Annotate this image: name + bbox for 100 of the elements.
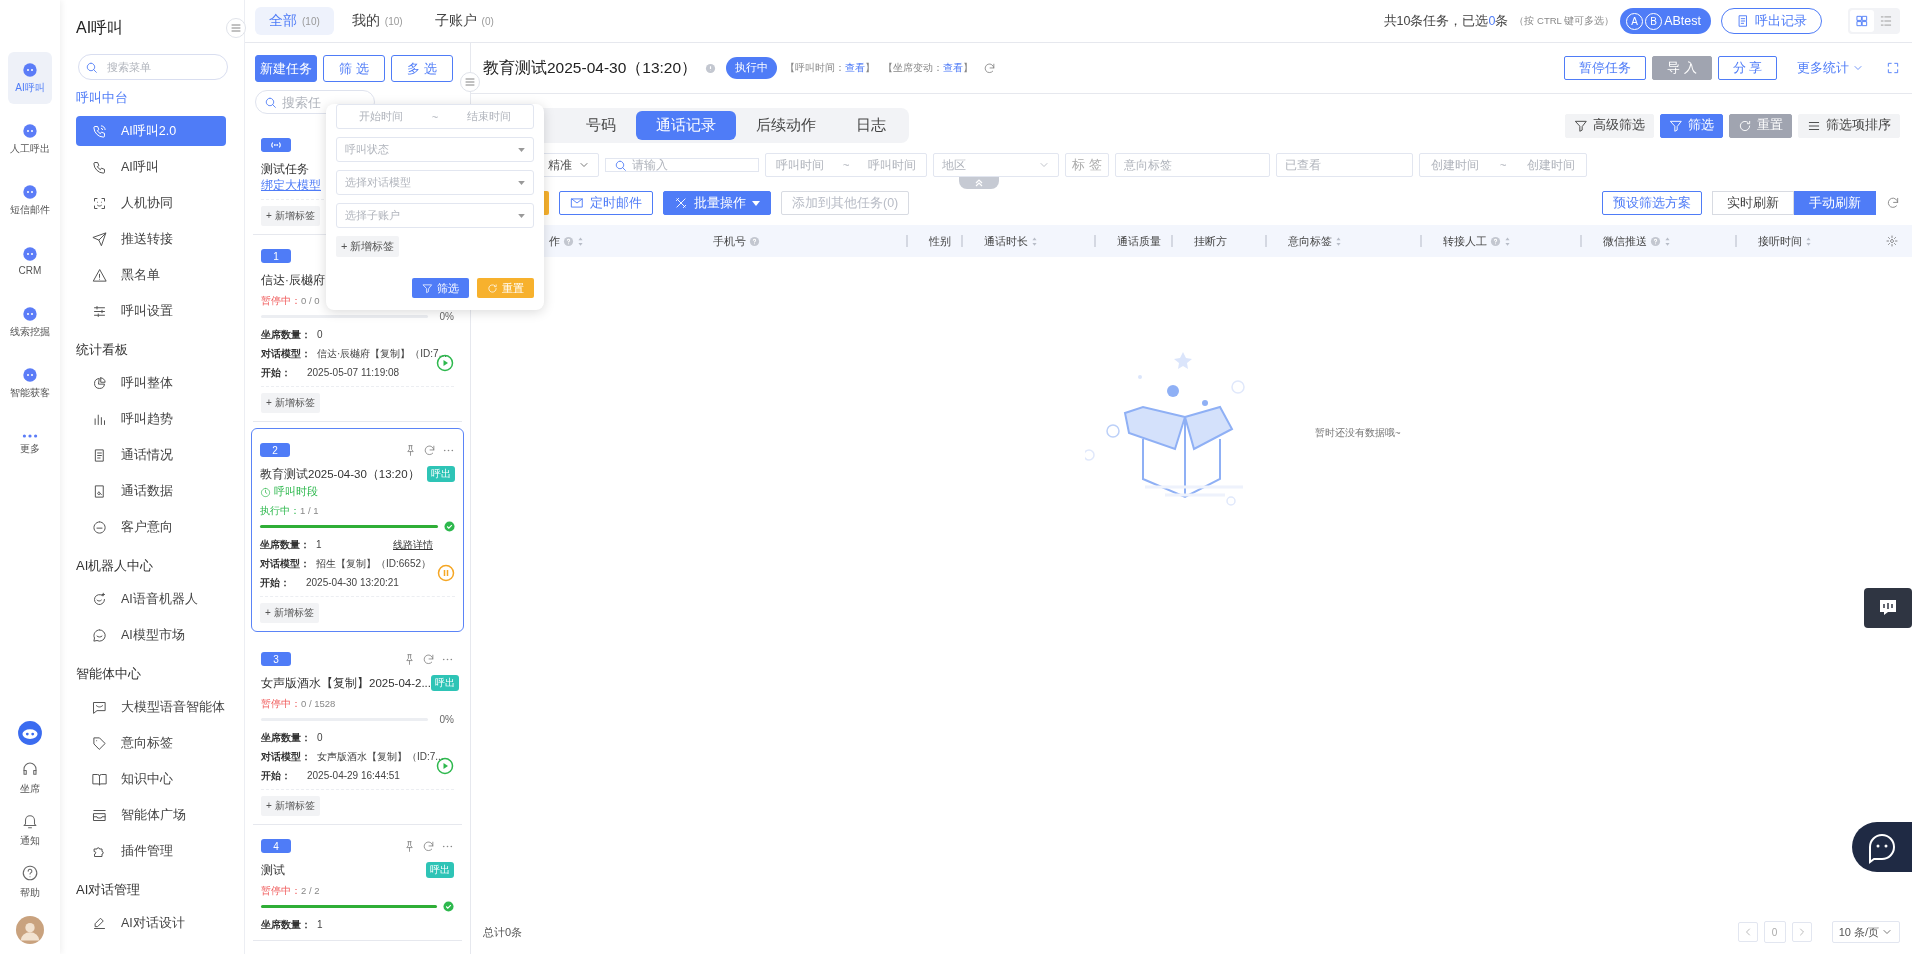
tab[interactable]: 通话记录 bbox=[636, 111, 736, 140]
menu-item[interactable]: 智能体广场 bbox=[76, 800, 226, 830]
rail-item[interactable]: 人工呼出 bbox=[8, 113, 52, 165]
next-page-button[interactable] bbox=[1791, 922, 1812, 942]
sort-icon[interactable] bbox=[1504, 235, 1512, 247]
prev-page-button[interactable] bbox=[1737, 922, 1758, 942]
rail-item[interactable]: 帮助 bbox=[20, 864, 40, 900]
search-field[interactable]: 搜索菜单 bbox=[78, 54, 228, 80]
tab[interactable]: 日志 bbox=[836, 111, 906, 140]
support-float-button[interactable] bbox=[1852, 822, 1912, 872]
sort-icon[interactable] bbox=[1030, 235, 1038, 247]
tab[interactable]: 全部 (10) bbox=[255, 7, 334, 35]
menu-item[interactable]: AI呼叫 bbox=[76, 152, 226, 182]
refresh-icon bbox=[1886, 196, 1900, 210]
call-records-button[interactable]: 呼出记录 bbox=[1721, 8, 1822, 34]
refresh-mode-tab[interactable]: 手动刷新 bbox=[1794, 191, 1876, 215]
task-title: 教育测试2025-04-30（13:20） bbox=[483, 57, 698, 78]
menu-item[interactable]: AI模型市场 bbox=[76, 620, 226, 650]
rail-item[interactable]: 线索挖掘 bbox=[8, 296, 52, 348]
ab-test-button[interactable]: A B ABtest bbox=[1620, 8, 1711, 34]
menu-item[interactable]: AI语音机器人 bbox=[76, 584, 226, 614]
menu-item[interactable]: 通话情况 bbox=[76, 440, 226, 470]
rail-item[interactable]: 更多 bbox=[8, 418, 52, 470]
sort-icon[interactable] bbox=[577, 235, 584, 247]
chat-float-button[interactable] bbox=[1864, 588, 1912, 628]
menu-item[interactable]: AI呼叫2.0 bbox=[76, 116, 226, 146]
search-field[interactable]: 请输入 bbox=[605, 158, 759, 172]
header-button[interactable]: 暂停任务 bbox=[1564, 56, 1647, 80]
menu-item[interactable]: 呼叫整体 bbox=[76, 368, 226, 398]
task-button[interactable]: 多 选 bbox=[391, 55, 453, 82]
add-tag-button[interactable]: + 新增标签 bbox=[260, 603, 319, 623]
tab[interactable]: 我的 (10) bbox=[337, 7, 417, 35]
batch-dropdown[interactable]: 批量操作 bbox=[663, 191, 771, 215]
scheduled-mail-button[interactable]: 定时邮件 bbox=[559, 191, 653, 215]
search-field[interactable]: 搜索任 bbox=[255, 90, 375, 114]
signal-badge-icon bbox=[261, 138, 291, 152]
sort-icon[interactable] bbox=[1805, 235, 1813, 247]
add-tag-button[interactable]: + 新增标签 bbox=[261, 393, 320, 413]
rail-item[interactable]: 智能获客 bbox=[8, 357, 52, 409]
meta-bracket: 】 bbox=[865, 61, 876, 75]
line-details-link[interactable]: 线路详情 bbox=[393, 538, 433, 552]
task-card[interactable]: 3 女声版酒水【复制】2025-04-2... 呼出 暂停中：0 / 1528 0% 坐席数量： 0 对话模型： 女声版酒水【复制】（ID:7... 开始： 2025-04-29 16:44:51 + 新增标签 bbox=[253, 638, 462, 825]
menu-item[interactable]: 知识中心 bbox=[76, 764, 226, 794]
collapse-menu-button[interactable] bbox=[226, 18, 246, 38]
sort-icon[interactable] bbox=[1664, 235, 1672, 247]
menu-item[interactable]: 插件管理 bbox=[76, 836, 226, 866]
headset-icon bbox=[21, 760, 39, 778]
column-header: 通话质量 bbox=[1116, 233, 1161, 249]
info-icon[interactable] bbox=[705, 62, 717, 74]
menu-item[interactable]: 黑名单 bbox=[76, 260, 226, 290]
task-card[interactable]: 2 教育测试2025-04-30（13:20） 呼出 呼叫时段 执行中：1 / 1 坐席数量： 1 线路详情 对话模型： 招生【复制】（ID:6652） 开始： 2025-04-30 13:20:21 + 新增标签 bbox=[251, 428, 464, 632]
tag-icon bbox=[92, 735, 107, 751]
menu-item[interactable]: 呼叫趋势 bbox=[76, 404, 226, 434]
menu-item[interactable]: 通话数据 bbox=[76, 476, 226, 506]
preset-filter-button[interactable]: 预设筛选方案 bbox=[1602, 191, 1702, 215]
rail-item[interactable]: AI呼叫 bbox=[8, 52, 52, 104]
logo-icon[interactable] bbox=[17, 720, 43, 746]
add-tag-button[interactable]: + 新增标签 bbox=[261, 206, 320, 226]
rail-item[interactable]: 短信邮件 bbox=[8, 174, 52, 226]
more-stats-dropdown[interactable]: 更多统计 bbox=[1791, 58, 1870, 78]
task-button[interactable]: 新建任务 bbox=[255, 55, 317, 82]
collapse-handle[interactable] bbox=[959, 177, 999, 189]
menu-item[interactable]: 呼叫设置 bbox=[76, 296, 226, 326]
rail-item[interactable]: CRM bbox=[8, 235, 52, 287]
tab[interactable]: 号码 bbox=[566, 111, 636, 140]
menu-item[interactable]: 意向标签 bbox=[76, 728, 226, 758]
tab[interactable]: 后续动作 bbox=[736, 111, 836, 140]
page-size-select[interactable]: 10 条/页 bbox=[1831, 921, 1900, 943]
rail-item[interactable]: 通知 bbox=[20, 812, 40, 848]
menu-item[interactable]: 客户意向 bbox=[76, 512, 226, 542]
collapse-list-button[interactable] bbox=[460, 72, 480, 92]
field-value: 2025-04-29 16:44:51 bbox=[307, 770, 400, 781]
add-tag-button[interactable]: + 新增标签 bbox=[336, 236, 400, 257]
task-button[interactable]: 筛 选 bbox=[323, 55, 385, 82]
add-tag-button[interactable]: + 新增标签 bbox=[261, 796, 320, 816]
paper-plane-icon bbox=[92, 231, 107, 247]
filter-action-button[interactable]: 筛选 bbox=[1660, 113, 1723, 138]
menu-item[interactable]: 推送转接 bbox=[76, 224, 226, 254]
view-link[interactable]: 查看 bbox=[845, 61, 866, 75]
rail-item[interactable]: 坐席 bbox=[20, 760, 40, 796]
menu-item[interactable]: AI对话设计 bbox=[76, 908, 226, 938]
menu-item[interactable]: 人机协同 bbox=[76, 188, 226, 218]
help-icon bbox=[1650, 235, 1662, 247]
grid-icon bbox=[1855, 14, 1869, 28]
sort-icon[interactable] bbox=[1335, 235, 1343, 247]
column-header: 意向标签 bbox=[1288, 233, 1343, 249]
filter-action-button[interactable]: 筛选项排序 bbox=[1798, 113, 1900, 138]
view-link[interactable]: 查看 bbox=[943, 61, 964, 75]
avatar[interactable] bbox=[16, 916, 44, 944]
refresh-mode-tab[interactable]: 实时刷新 bbox=[1712, 191, 1794, 215]
task-card[interactable]: 4 测试 呼出 暂停中：2 / 2 坐席数量： 1 bbox=[253, 825, 462, 941]
filter-button[interactable]: 筛选 bbox=[412, 278, 469, 298]
pause-button[interactable] bbox=[437, 564, 455, 582]
view-toggle[interactable] bbox=[1848, 8, 1900, 34]
menu-item[interactable]: 大模型语音智能体 bbox=[76, 692, 226, 722]
header-button[interactable]: 分 享 bbox=[1717, 56, 1777, 80]
viewed-field[interactable]: 已查看 bbox=[1276, 153, 1413, 177]
intent-field[interactable]: 意向标签 bbox=[1115, 153, 1270, 177]
filter-action-button[interactable]: 高级筛选 bbox=[1565, 113, 1654, 138]
tab[interactable]: 子账户 (0) bbox=[420, 7, 508, 35]
